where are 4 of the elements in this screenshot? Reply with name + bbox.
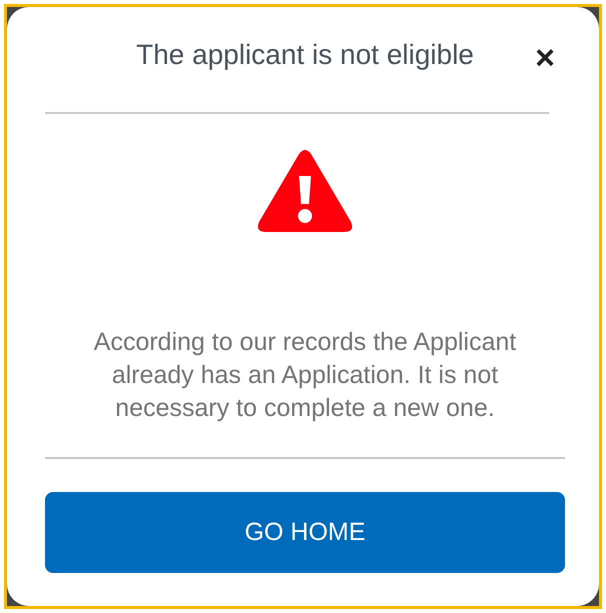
- dialog-title: The applicant is not eligible: [136, 38, 474, 72]
- close-button[interactable]: ×: [535, 41, 555, 75]
- go-home-button[interactable]: GO HOME: [45, 492, 565, 573]
- message-text: According to our records the Applicant already has an Application. It is not necessary to complete a new one.: [92, 327, 518, 424]
